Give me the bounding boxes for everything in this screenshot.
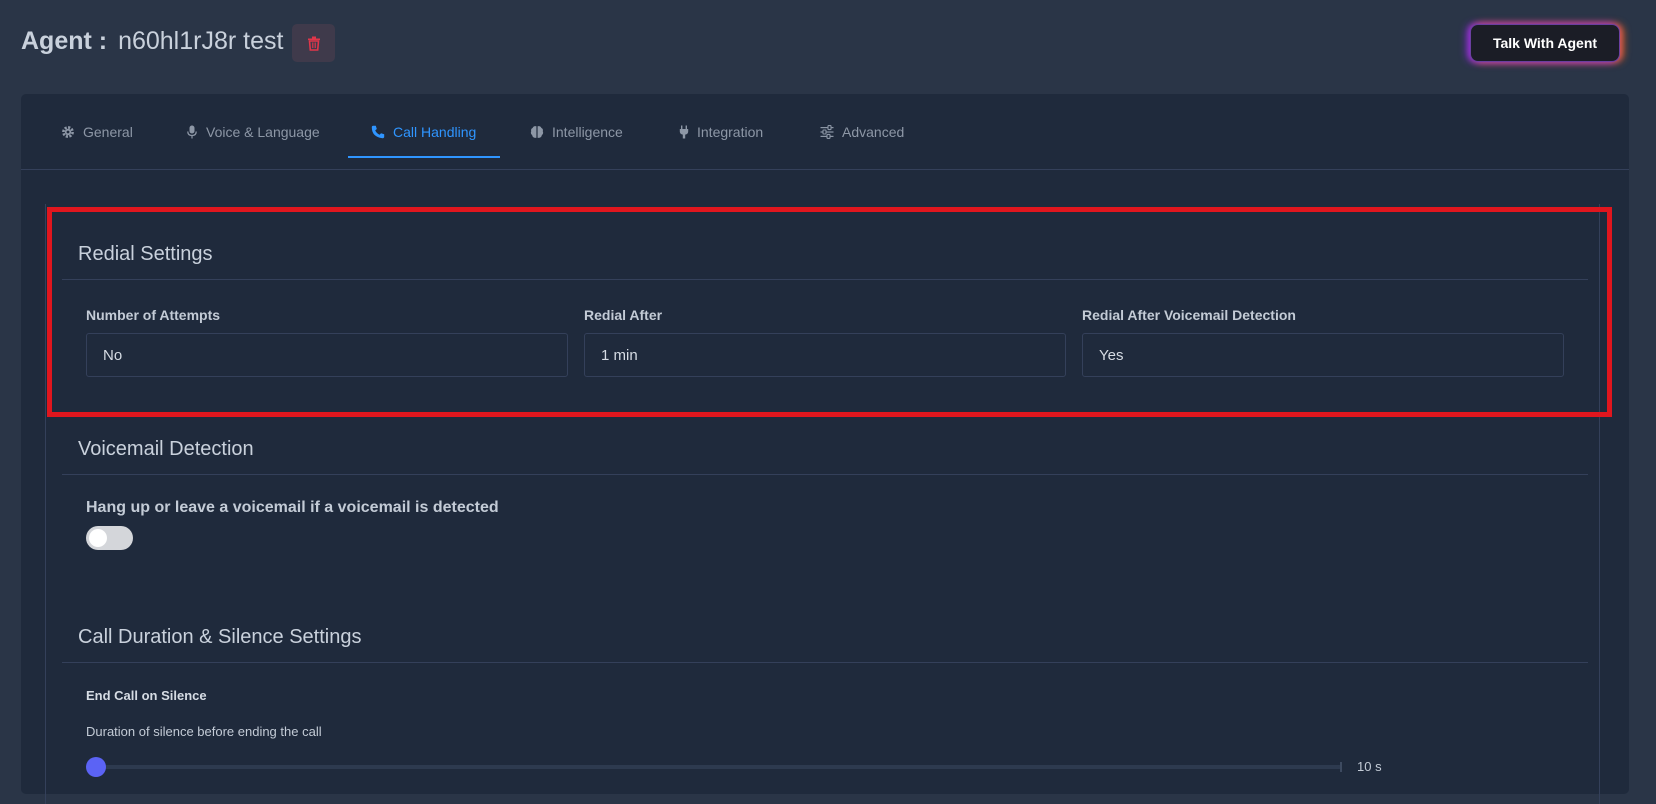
- tab-label: Integration: [697, 124, 764, 140]
- silence-slider-value: 10 s: [1357, 759, 1382, 774]
- tab-advanced[interactable]: Advanced: [820, 124, 904, 162]
- voicemail-toggle[interactable]: [86, 526, 133, 550]
- tab-label: General: [83, 124, 133, 140]
- active-tab-indicator: [348, 156, 500, 158]
- tab-label: Intelligence: [552, 124, 623, 140]
- silence-slider-track[interactable]: [92, 765, 1342, 769]
- delete-agent-button[interactable]: [292, 24, 335, 62]
- call-duration-title: Call Duration & Silence Settings: [78, 626, 362, 648]
- tab-label: Call Handling: [393, 124, 477, 140]
- tab-voice-language[interactable]: Voice & Language: [186, 124, 320, 162]
- microphone-icon: [187, 125, 197, 139]
- brain-icon: [530, 126, 544, 138]
- agent-prefix: Agent :: [21, 27, 108, 55]
- silence-slider-end-mark: [1340, 762, 1342, 772]
- top-bar: Agent : n60hl1rJ8r test Talk With Agent: [0, 0, 1656, 94]
- agent-name: n60hl1rJ8r test: [118, 27, 284, 55]
- plug-icon: [679, 125, 689, 139]
- tab-intelligence[interactable]: Intelligence: [530, 124, 623, 162]
- silence-duration-description: Duration of silence before ending the ca…: [86, 724, 322, 739]
- toggle-knob: [89, 529, 107, 547]
- tab-label: Advanced: [842, 124, 905, 140]
- voicemail-toggle-label: Hang up or leave a voicemail if a voicem…: [86, 499, 499, 516]
- end-call-on-silence-label: End Call on Silence: [86, 688, 207, 703]
- phone-icon: [371, 125, 385, 139]
- highlight-box: [47, 207, 1612, 417]
- voicemail-divider: [62, 474, 1588, 475]
- talk-with-agent-button[interactable]: Talk With Agent: [1470, 24, 1620, 62]
- voicemail-detection-title: Voicemail Detection: [78, 438, 254, 460]
- tab-integration[interactable]: Integration: [679, 124, 763, 162]
- tab-general[interactable]: General: [61, 124, 133, 162]
- tab-label: Voice & Language: [206, 124, 320, 140]
- gear-icon: [62, 126, 74, 138]
- silence-slider-thumb[interactable]: [86, 757, 106, 777]
- page-title: Agent : n60hl1rJ8r test: [21, 27, 283, 56]
- call-duration-divider: [62, 662, 1588, 663]
- sliders-icon: [820, 125, 834, 139]
- trash-icon: [307, 36, 320, 51]
- tab-bar: General Voice & Language Call Handling I…: [21, 94, 1629, 170]
